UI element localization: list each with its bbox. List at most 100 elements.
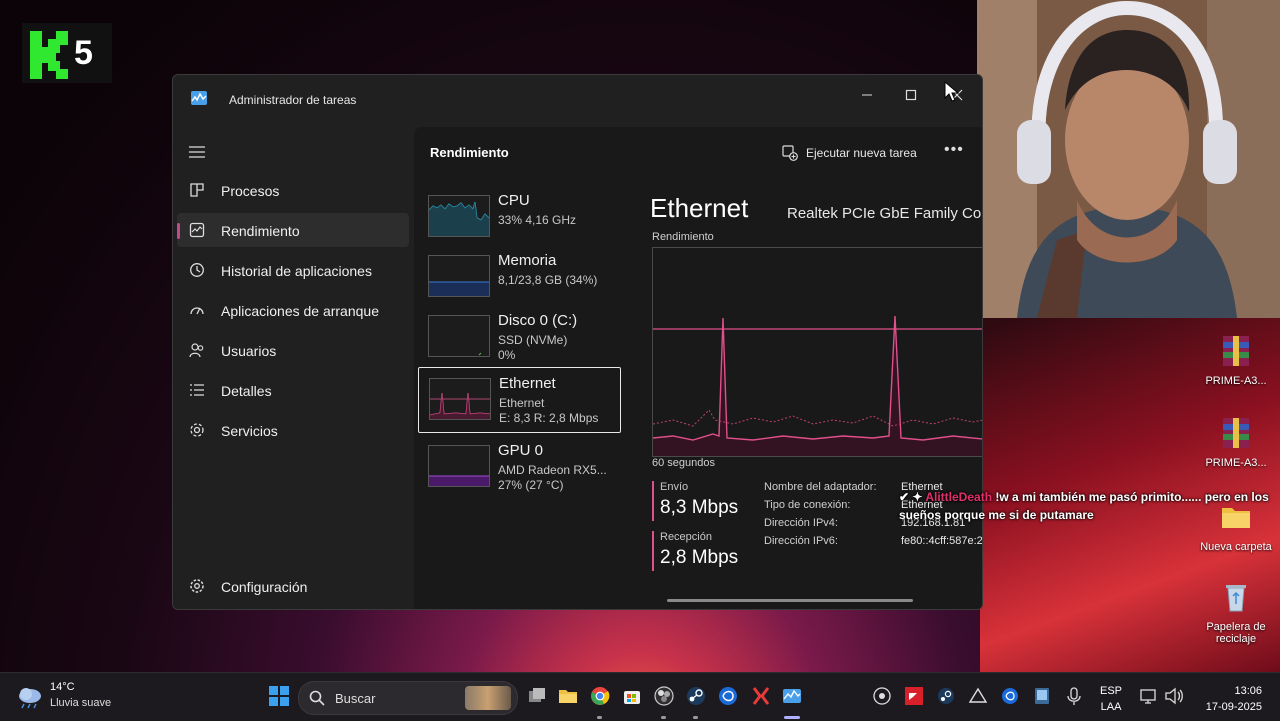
resource-name: Memoria xyxy=(498,252,557,269)
mouse-cursor-icon xyxy=(944,81,960,102)
memory-thumbnail-graph xyxy=(428,255,490,297)
nav-label: Detalles xyxy=(221,383,272,399)
title-bar[interactable]: Administrador de tareas xyxy=(173,75,982,127)
details-list-icon xyxy=(190,384,204,396)
nav-item-historial[interactable]: Historial de aplicaciones xyxy=(177,253,409,287)
startup-apps-icon xyxy=(190,307,204,315)
kick-app-icon[interactable] xyxy=(750,685,772,707)
graph-timespan: 60 segundos xyxy=(652,457,715,469)
chat-badges-icon: ✔ ✦ xyxy=(899,490,926,504)
recycle-bin-icon xyxy=(1226,585,1246,612)
nav-item-procesos[interactable]: Procesos xyxy=(177,173,409,207)
nav-label: Rendimiento xyxy=(221,223,300,239)
desktop-icon-nueva-carpeta[interactable]: Nueva carpeta xyxy=(1198,500,1274,553)
minimize-button[interactable] xyxy=(847,81,887,109)
performance-panel: Rendimiento Ejecutar nueva tarea ••• CPU… xyxy=(414,127,982,609)
steam-tray-icon[interactable] xyxy=(935,685,957,707)
desktop-icon-label: PRIME-A3... xyxy=(1205,375,1267,387)
resource-cpu[interactable]: CPU 33% 4,16 GHz xyxy=(418,185,621,251)
nav-item-detalles[interactable]: Detalles xyxy=(177,373,409,407)
obs-studio-icon[interactable] xyxy=(653,685,675,707)
windows-start-icon[interactable] xyxy=(268,685,290,707)
nav-label: Configuración xyxy=(221,579,308,595)
receive-indicator xyxy=(652,531,654,571)
users-icon xyxy=(189,343,204,358)
resource-stat: 8,1/23,8 GB (34%) xyxy=(498,273,598,287)
amd-software-icon[interactable] xyxy=(903,685,925,707)
send-indicator xyxy=(652,481,654,521)
nav-item-usuarios[interactable]: Usuarios xyxy=(177,333,409,367)
webcam-overlay xyxy=(977,0,1280,318)
desktop-icon-label: PRIME-A3... xyxy=(1205,457,1267,469)
desktop-icon-prime-2[interactable]: PRIME-A3... xyxy=(1198,416,1274,469)
chrome-icon[interactable] xyxy=(589,685,611,707)
gpu-thumbnail-graph xyxy=(428,445,490,487)
maximize-icon xyxy=(905,89,917,101)
winrar-archive-icon xyxy=(1223,418,1249,448)
ipv6-value: fe80::4cff:587e:2 xyxy=(901,535,983,547)
volume-icon[interactable] xyxy=(1163,685,1185,707)
throughput-graph xyxy=(652,247,982,457)
processes-icon xyxy=(190,183,204,197)
disk-thumbnail-graph xyxy=(428,315,490,357)
task-view-icon[interactable] xyxy=(526,685,548,707)
battlenet-tray-icon[interactable] xyxy=(999,685,1021,707)
network-icon[interactable] xyxy=(1138,685,1160,707)
game-launcher-tray-icon[interactable] xyxy=(967,685,989,707)
file-explorer-icon[interactable] xyxy=(557,685,579,707)
resource-stat: SSD (NVMe) xyxy=(498,333,568,347)
running-indicator xyxy=(693,716,698,719)
resource-stat: 33% 4,16 GHz xyxy=(498,213,577,227)
desktop-icon-label: Nueva carpeta xyxy=(1200,541,1272,553)
resource-memoria[interactable]: Memoria 8,1/23,8 GB (34%) xyxy=(418,245,621,311)
system-clock[interactable]: 13:06 17-09-2025 xyxy=(1196,683,1262,715)
resource-gpu[interactable]: GPU 0 AMD Radeon RX5... 27% (27 °C) xyxy=(418,435,621,501)
resource-name: Ethernet xyxy=(499,375,556,392)
resource-stat: 0% xyxy=(498,348,516,362)
resource-stat: Ethernet xyxy=(499,396,545,410)
battlenet-icon[interactable] xyxy=(717,685,739,707)
rain-cloud-icon xyxy=(19,688,41,709)
run-new-task-button[interactable]: Ejecutar nueva tarea xyxy=(782,143,917,163)
display-tray-icon[interactable] xyxy=(1031,685,1053,707)
adapter-model: Realtek PCIe GbE Family Co xyxy=(787,205,982,222)
weather-widget[interactable]: 14°C Lluvia suave xyxy=(16,681,126,715)
microphone-icon[interactable] xyxy=(1063,685,1085,707)
page-title: Rendimiento xyxy=(430,145,509,160)
horizontal-scrollbar[interactable] xyxy=(667,599,913,602)
taskbar: 14°C Lluvia suave Buscar ESP LAA 13:06 1… xyxy=(0,672,1280,721)
nav-item-configuracion[interactable]: Configuración xyxy=(177,569,409,603)
obs-tray-icon[interactable] xyxy=(871,685,893,707)
window-title: Administrador de tareas xyxy=(229,93,357,107)
desktop-icon-prime-1[interactable]: PRIME-A3... xyxy=(1198,334,1274,387)
resource-disco[interactable]: Disco 0 (C:) SSD (NVMe) 0% xyxy=(418,305,621,371)
resource-stat: E: 8,3 R: 2,8 Mbps xyxy=(499,411,599,425)
more-options-button[interactable]: ••• xyxy=(944,141,964,159)
taskbar-search[interactable]: Buscar xyxy=(298,681,518,715)
nav-item-servicios[interactable]: Servicios xyxy=(177,413,409,447)
nav-label: Servicios xyxy=(221,423,278,439)
ipv6-key: Dirección IPv6: xyxy=(764,535,838,547)
weather-condition: Lluvia suave xyxy=(50,697,112,709)
chat-username: AlittleDeath xyxy=(925,490,993,504)
maximize-button[interactable] xyxy=(891,81,931,109)
services-gear-icon xyxy=(190,423,204,437)
task-manager-taskbar-icon[interactable] xyxy=(781,685,803,707)
nav-item-rendimiento[interactable]: Rendimiento xyxy=(177,213,409,247)
hamburger-menu-button[interactable] xyxy=(189,145,205,164)
task-manager-window[interactable]: Administrador de tareas Procesos Rendimi… xyxy=(172,74,983,610)
nav-item-arranque[interactable]: Aplicaciones de arranque xyxy=(177,293,409,327)
stream-logo: 5 xyxy=(22,23,112,83)
steam-icon[interactable] xyxy=(685,685,707,707)
desktop-icon-papelera[interactable]: Papelera de reciclaje xyxy=(1198,580,1274,645)
desktop-icon-label: Papelera de reciclaje xyxy=(1206,621,1266,645)
resource-ethernet[interactable]: Ethernet Ethernet E: 8,3 R: 2,8 Mbps xyxy=(418,367,621,433)
performance-icon xyxy=(189,222,205,238)
clock-time: 13:06 xyxy=(1234,685,1262,697)
microsoft-store-icon[interactable] xyxy=(621,685,643,707)
language-code: ESP xyxy=(1100,685,1123,697)
nav-label: Procesos xyxy=(221,183,280,199)
input-language[interactable]: ESP LAA xyxy=(1100,683,1122,715)
search-highlight-image xyxy=(465,686,511,710)
weather-temperature: 14°C xyxy=(50,681,75,693)
